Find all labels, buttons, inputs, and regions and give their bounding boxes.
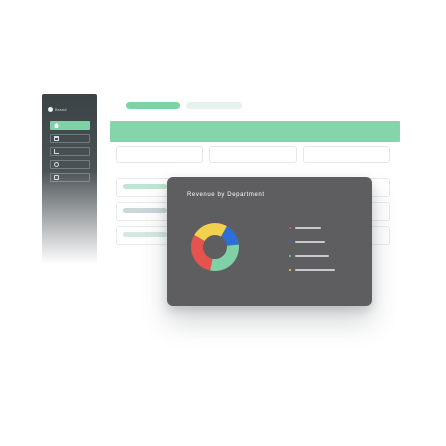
sidebar: Brand xyxy=(42,94,97,264)
modal-title: Revenue by Department xyxy=(187,192,265,198)
list-item-placeholder xyxy=(123,208,167,213)
legend-dot xyxy=(289,255,291,257)
sidebar-item-settings[interactable] xyxy=(50,160,90,169)
legend-dot xyxy=(289,241,291,243)
donut-slice xyxy=(191,235,213,271)
stat-card[interactable] xyxy=(302,146,390,163)
sidebar-item-files[interactable] xyxy=(50,134,90,143)
revenue-modal: Revenue by Department xyxy=(167,177,372,306)
legend-label-placeholder xyxy=(295,241,325,243)
list-item-placeholder xyxy=(123,184,167,189)
stat-card[interactable] xyxy=(209,146,297,163)
chart-icon xyxy=(54,149,59,154)
legend-label-placeholder xyxy=(295,255,329,257)
gear-icon xyxy=(54,162,59,167)
stat-cards xyxy=(116,146,390,163)
list-item-placeholder xyxy=(123,232,167,237)
stat-card[interactable] xyxy=(116,146,204,163)
brand-name: Brand xyxy=(55,106,67,112)
sidebar-item-home[interactable] xyxy=(50,121,90,130)
home-icon xyxy=(54,123,59,128)
legend-label-placeholder xyxy=(295,269,335,271)
brand-logo-icon xyxy=(48,106,53,112)
brand: Brand xyxy=(48,104,67,114)
header-banner xyxy=(110,121,400,142)
legend-dot xyxy=(289,269,291,271)
sidebar-item-messages[interactable] xyxy=(50,173,90,182)
donut-slice xyxy=(210,244,239,271)
legend-dot xyxy=(289,227,291,229)
folder-icon xyxy=(54,136,59,141)
sidebar-item-analytics[interactable] xyxy=(50,147,90,156)
legend-label-placeholder xyxy=(295,227,321,229)
tab-primary[interactable] xyxy=(126,102,180,109)
message-icon xyxy=(54,175,59,180)
donut-chart xyxy=(191,223,239,271)
tab-secondary[interactable] xyxy=(186,102,242,109)
